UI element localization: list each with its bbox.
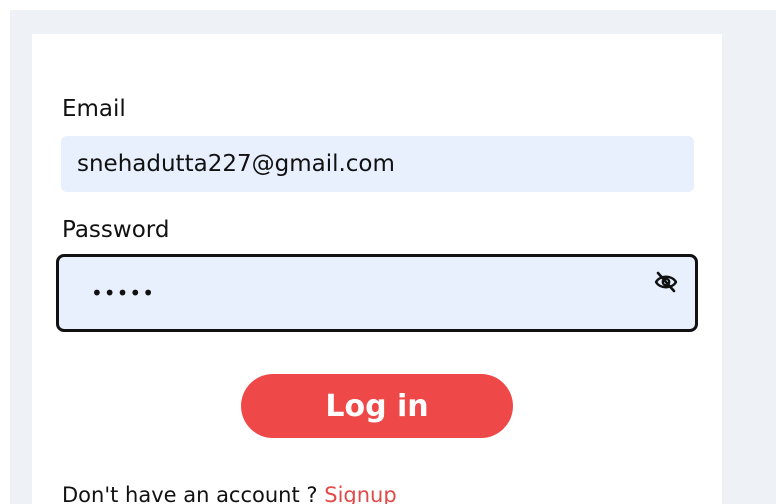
signup-prompt: Don't have an account ?	[62, 483, 318, 504]
password-field-wrapper	[56, 254, 698, 332]
email-label: Email	[62, 96, 126, 122]
email-field[interactable]	[61, 136, 694, 192]
login-card: Email Password Log in Don't have an acco…	[32, 34, 722, 504]
password-label: Password	[62, 217, 170, 243]
eye-slash-icon[interactable]	[653, 271, 679, 293]
signup-row: Don't have an account ? Signup	[62, 483, 397, 504]
login-button[interactable]: Log in	[241, 374, 513, 438]
login-page: Email Password Log in Don't have an acco…	[0, 0, 776, 504]
password-field[interactable]	[75, 264, 643, 322]
signup-link[interactable]: Signup	[324, 483, 396, 504]
